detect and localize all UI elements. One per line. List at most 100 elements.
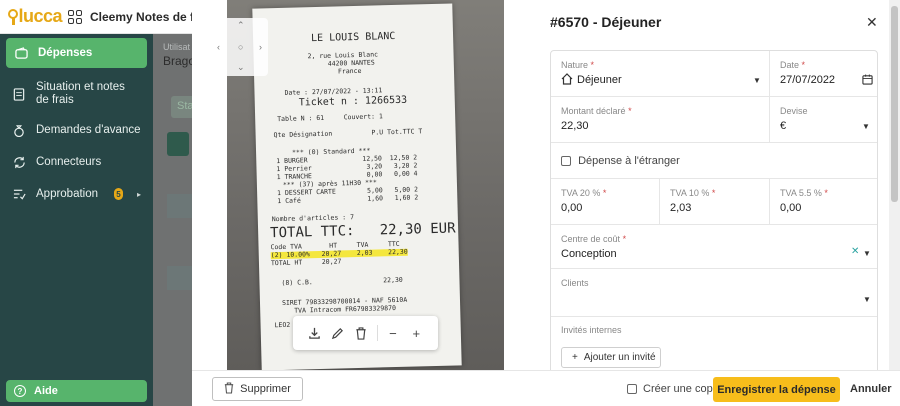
receipt-total: TOTAL TTC: 22,30 EUR <box>269 220 456 242</box>
bg-receipt-thumbnail <box>167 132 189 156</box>
document-icon <box>12 87 26 101</box>
help-button[interactable]: ? Aide <box>6 380 147 402</box>
receipt-tva-intra: TVA Intracom FR67983329870 <box>294 304 397 315</box>
pan-center-icon[interactable]: ○ <box>238 42 243 52</box>
zoom-in-icon[interactable]: + <box>408 325 424 341</box>
receipt-columns: Qte Désignation P.U Tot.TTC T <box>273 127 423 140</box>
wallet-icon <box>14 46 28 60</box>
pan-control[interactable]: ⌃ ‹ ○ › ⌄ <box>213 18 268 76</box>
expense-form-card: Nature * Déjeuner ▼ Date * 27/07/2022 Mo… <box>550 50 878 380</box>
chevron-down-icon: ▼ <box>862 122 870 131</box>
expense-form-panel: #6570 - Déjeuner ✕ Nature * Déjeuner ▼ D… <box>536 0 900 380</box>
close-icon[interactable]: ✕ <box>866 14 878 31</box>
sidebar-item-label: Dépenses <box>38 47 93 59</box>
trash-icon <box>224 381 234 397</box>
create-copy-label: Créer une copie <box>643 383 722 395</box>
currency-label: Devise <box>780 106 808 116</box>
pan-left-icon[interactable]: ‹ <box>217 42 220 52</box>
receipt-country: France <box>337 66 362 76</box>
approbation-count-badge: 5 <box>114 188 123 200</box>
delete-button[interactable]: Supprimer <box>212 377 303 401</box>
receipt-leo: LEO2 <box>274 320 291 330</box>
moneybag-icon <box>12 123 26 137</box>
pan-down-icon[interactable]: ⌄ <box>237 62 245 73</box>
cost-center-select[interactable]: Centre de coût * Conception ✕ ▼ <box>551 225 877 269</box>
scrollbar[interactable] <box>889 0 900 370</box>
date-label: Date * <box>780 60 806 70</box>
sidebar: Dépenses Situation et notes de frais Dem… <box>0 34 153 406</box>
checklist-icon <box>12 187 26 201</box>
clear-icon[interactable]: ✕ <box>851 246 859 257</box>
chevron-right-icon: ▸ <box>136 189 141 199</box>
create-copy-checkbox[interactable] <box>627 384 637 394</box>
receipt-table: Table N : 61 Couvert: 1 <box>277 112 383 124</box>
sidebar-item-label: Situation et notes de frais <box>36 81 125 106</box>
guests-label: Invités internes <box>561 325 622 335</box>
amount-value: 22,30 <box>561 120 589 132</box>
cancel-button[interactable]: Annuler <box>850 383 892 395</box>
sidebar-item-avance[interactable]: Demandes d'avance <box>0 114 153 146</box>
expense-title: #6570 - Déjeuner <box>550 14 662 30</box>
currency-select[interactable]: Devise € ▼ <box>770 97 877 143</box>
receipt-nb-articles: Nombre d'articles : 7 <box>271 213 355 224</box>
save-expense-button[interactable]: Enregistrer la dépense <box>713 377 840 402</box>
delete-label: Supprimer <box>240 383 291 395</box>
nature-select[interactable]: Nature * Déjeuner ▼ <box>551 51 770 97</box>
receipt-photo: LE LOUIS BLANC 2, rue Louis Blanc 44200 … <box>227 0 504 370</box>
sync-icon <box>12 155 26 169</box>
sidebar-item-connecteurs[interactable]: Connecteurs <box>0 146 153 178</box>
tva10-field[interactable]: TVA 10 % * 2,03 <box>660 179 770 225</box>
tva10-value: 2,03 <box>670 202 692 214</box>
receipt-line: 1 Café 1,60 1,60 2 <box>277 193 419 206</box>
pan-right-icon[interactable]: › <box>259 42 262 52</box>
abroad-checkbox-row[interactable]: Dépense à l'étranger <box>551 143 877 179</box>
zoom-out-icon[interactable]: − <box>385 325 401 341</box>
bg-user-label: Utilisat <box>163 42 191 52</box>
sidebar-item-situation[interactable]: Situation et notes de frais <box>0 74 153 114</box>
chevron-down-icon: ▼ <box>753 76 761 85</box>
receipt-restaurant: LE LOUIS BLANC <box>310 30 396 45</box>
sidebar-item-depenses[interactable]: Dépenses <box>6 38 147 68</box>
abroad-checkbox[interactable] <box>561 156 571 167</box>
pencil-icon[interactable] <box>330 325 346 341</box>
sidebar-item-approbation[interactable]: Approbation 5 ▸ <box>0 178 153 210</box>
tva55-field[interactable]: TVA 5.5 % * 0,00 <box>770 179 877 225</box>
clients-label: Clients <box>561 278 589 288</box>
scrollbar-thumb[interactable] <box>891 6 898 202</box>
clients-select[interactable]: Clients ▼ <box>551 269 877 317</box>
receipt-viewer: LE LOUIS BLANC 2, rue Louis Blanc 44200 … <box>192 0 536 406</box>
tva20-label: TVA 20 % * <box>561 188 607 198</box>
help-icon: ? <box>14 385 26 397</box>
cost-center-value: Conception <box>561 248 617 260</box>
abroad-label: Dépense à l'étranger <box>578 155 680 167</box>
receipt-ticket: Ticket n : 1266533 <box>298 94 408 109</box>
calendar-icon[interactable] <box>862 74 873 88</box>
amount-label: Montant déclaré * <box>561 106 632 116</box>
apps-grid-icon[interactable] <box>68 9 82 24</box>
logo-text: lucca <box>18 6 62 26</box>
chevron-down-icon: ▼ <box>863 295 871 304</box>
download-icon[interactable] <box>307 325 323 341</box>
receipt-total-ht: TOTAL HT 20,27 <box>270 257 342 268</box>
add-guest-button[interactable]: + Ajouter un invité <box>561 347 661 368</box>
tva10-label: TVA 10 % * <box>670 188 716 198</box>
tva20-field[interactable]: TVA 20 % * 0,00 <box>551 179 660 225</box>
home-icon <box>561 73 573 88</box>
pan-up-icon[interactable]: ⌃ <box>237 20 245 31</box>
tva55-value: 0,00 <box>780 202 802 214</box>
amount-field[interactable]: Montant déclaré * 22,30 <box>551 97 770 143</box>
plus-icon: + <box>572 352 578 363</box>
sidebar-item-label: Connecteurs <box>36 156 102 168</box>
create-copy-option[interactable]: Créer une copie <box>627 383 721 395</box>
lucca-logo[interactable]: lucca <box>0 6 62 27</box>
currency-value: € <box>780 120 787 132</box>
receipt-payment: (8) C.B. 22,30 <box>281 275 403 288</box>
date-field[interactable]: Date * 27/07/2022 <box>770 51 877 97</box>
sidebar-item-label: Demandes d'avance <box>36 124 141 136</box>
key-icon <box>8 8 18 25</box>
modal-footer: Supprimer Créer une copie Enregistrer la… <box>192 370 900 406</box>
trash-icon[interactable] <box>353 325 369 341</box>
viewer-toolbar: − + <box>293 316 438 350</box>
cost-center-label: Centre de coût * <box>561 234 627 244</box>
tva20-value: 0,00 <box>561 202 583 214</box>
